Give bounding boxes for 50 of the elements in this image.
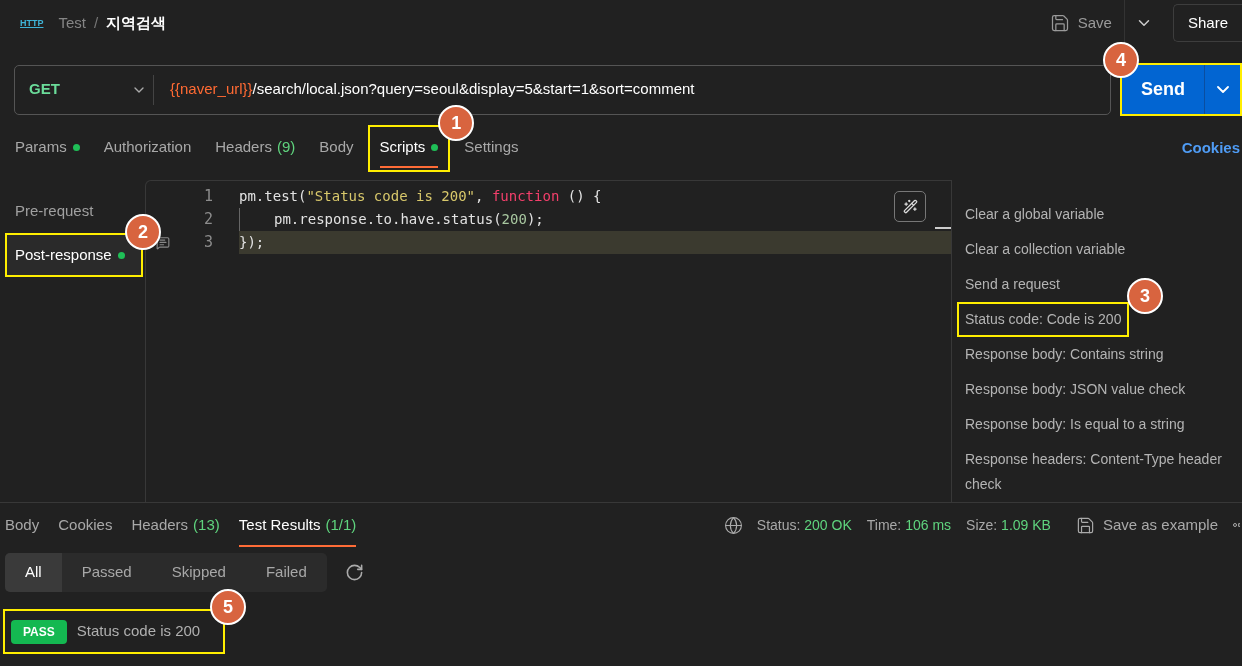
response-meta: Time: 106 ms [866,515,952,535]
ai-wand-button[interactable] [894,191,926,222]
snippet-item[interactable]: Response body: Is equal to a string [957,407,1193,442]
step-number-badge: 5 [210,589,246,625]
cookies-link[interactable]: Cookies [1181,125,1242,172]
step-number-badge: 1 [438,105,475,141]
code-line: pm.response.to.have.status(200); [239,208,544,231]
request-tab[interactable]: Headers (9) [215,129,296,168]
step-number-badge: 3 [1127,278,1163,314]
breadcrumb-separator: / [94,12,99,33]
snippet-item[interactable]: Clear a global variable [957,197,1113,232]
breadcrumb-link[interactable]: Test [58,11,86,35]
snippet-item[interactable]: Response body: JSON value check [957,372,1194,407]
snippet-item[interactable]: Status code: Code is 200 [957,302,1130,337]
filter-tab[interactable]: Failed [245,553,327,592]
line-number: 1 [203,186,213,208]
response-tab[interactable]: Body [5,503,40,547]
save-button[interactable]: Save [1045,11,1116,35]
response-tab[interactable]: Headers (13) [131,503,220,547]
refresh-icon [344,563,364,582]
url-field[interactable]: {{naver_url}}/search/local.json?query=seoul&display=5&start=1&sort=comment [170,78,695,101]
response-tab[interactable]: Test Results (1/1) [238,503,357,547]
code-line: pm.test("Status code is 200", function () { [239,187,602,206]
request-tab[interactable]: Authorization [103,129,192,168]
magic-wand-icon [902,199,918,214]
save-example-button[interactable]: Save as example [1075,513,1218,537]
snippet-item[interactable]: Response body: Contains string [957,337,1172,372]
step-number-badge: 2 [125,214,161,250]
comment-icon [156,235,170,250]
method-select[interactable]: GET [15,65,153,114]
line-number: 2 [203,209,213,231]
filter-tab[interactable]: All [5,553,62,592]
http-icon: HTTP [20,18,44,28]
chevron-icon [1216,86,1229,93]
response-meta: Status: 200 OK [756,515,852,535]
snippet-item[interactable]: Send a request [957,267,1068,302]
request-tab[interactable]: Params [15,129,80,168]
share-button[interactable]: Share [1172,4,1242,42]
filter-tab[interactable]: Skipped [151,553,246,592]
snippet-item[interactable]: Response headers: Content-Type header check [957,442,1242,502]
step-number-badge: 4 [1103,42,1139,78]
response-tab[interactable]: Cookies [58,503,113,547]
pass-badge: PASS [11,619,67,644]
snippet-item[interactable]: Clear a collection variable [957,232,1134,267]
response-meta: Size: 1.09 KB [966,515,1051,535]
request-tab[interactable]: Body [319,129,354,168]
test-name: Status code is 200 [76,621,201,642]
request-title: 지역검색 [106,12,167,33]
filter-tab[interactable]: Passed [61,553,152,592]
line-number: 3 [203,232,213,254]
